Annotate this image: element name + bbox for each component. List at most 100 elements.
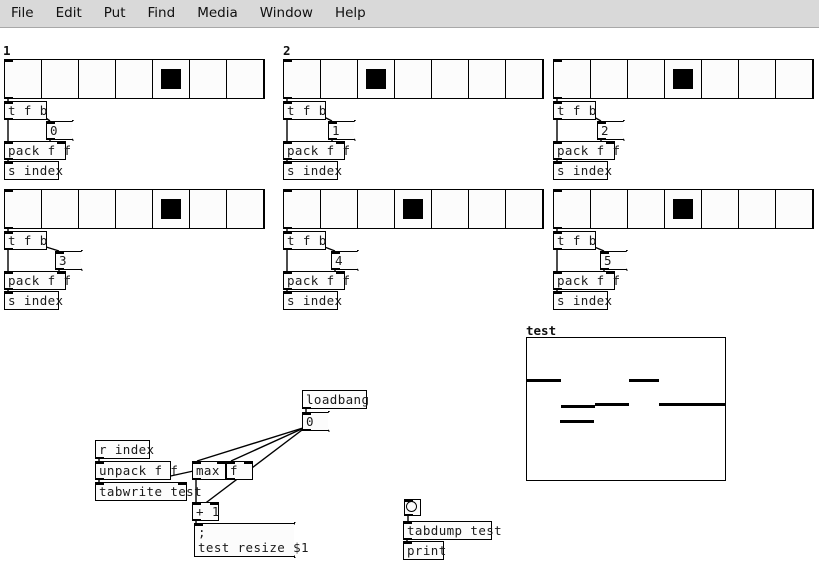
receive-index-object-outlet[interactable] — [96, 456, 104, 459]
radio-group-1-pack-inlet-right[interactable] — [57, 141, 65, 144]
wire-31[interactable] — [196, 426, 307, 462]
radio-group-1-message-outlet[interactable] — [47, 137, 55, 140]
radio-group-2-trigger-inlet[interactable] — [284, 101, 292, 104]
radio-radio-group-1[interactable] — [4, 59, 265, 99]
tabwrite-object-inlet[interactable] — [96, 482, 104, 485]
radio-cell-4[interactable] — [153, 60, 190, 98]
menu-item-put[interactable]: Put — [93, 0, 137, 27]
radio-cell-3[interactable] — [665, 60, 702, 98]
radio-cell-5[interactable] — [190, 190, 227, 228]
radio-group-5-pack[interactable]: pack f f — [283, 271, 350, 290]
radio-group-2-send-inlet[interactable] — [284, 161, 292, 164]
loadbang-object[interactable]: loadbang — [302, 390, 369, 409]
tabdump-object-inlet[interactable] — [404, 521, 412, 524]
radio-cell-2[interactable] — [628, 190, 665, 228]
radio-outlet[interactable] — [554, 96, 562, 99]
radio-group-3-message[interactable]: 2 — [597, 120, 632, 141]
radio-group-4-pack[interactable]: pack f f — [4, 271, 71, 290]
zero-message[interactable]: 0 — [302, 411, 337, 432]
radio-cell-0[interactable] — [284, 60, 321, 98]
max-object-inlet-right[interactable] — [217, 461, 225, 464]
radio-group-4-message[interactable]: 3 — [55, 250, 90, 271]
radio-group-1-message-inlet[interactable] — [47, 121, 55, 124]
increment-object-inlet[interactable] — [193, 502, 201, 505]
print-object-inlet[interactable] — [404, 541, 412, 544]
radio-cell-6[interactable] — [776, 60, 813, 98]
radio-group-1-trigger-inlet[interactable] — [5, 101, 13, 104]
radio-group-5-trigger-inlet[interactable] — [284, 231, 292, 234]
radio-group-3-trigger-inlet[interactable] — [554, 101, 562, 104]
bang-object[interactable] — [404, 499, 421, 516]
radio-radio-group-3[interactable] — [553, 59, 814, 99]
radio-group-5-message-inlet[interactable] — [332, 251, 340, 254]
bang-inlet[interactable] — [405, 499, 413, 502]
radio-group-6-pack-outlet[interactable] — [554, 287, 562, 290]
radio-cell-3[interactable] — [116, 60, 153, 98]
receive-index-object[interactable]: r index — [95, 440, 154, 459]
radio-group-2-send[interactable]: s index — [283, 161, 342, 180]
radio-group-5-message[interactable]: 4 — [331, 250, 366, 271]
radio-group-2-message-inlet[interactable] — [329, 121, 337, 124]
radio-outlet[interactable] — [554, 226, 562, 229]
radio-group-3-pack-inlet[interactable] — [554, 141, 562, 144]
radio-cell-1[interactable] — [591, 190, 628, 228]
radio-cell-1[interactable] — [42, 60, 79, 98]
radio-group-5-send[interactable]: s index — [283, 291, 342, 310]
radio-cell-0[interactable] — [5, 190, 42, 228]
radio-group-6-send[interactable]: s index — [553, 291, 612, 310]
radio-inlet[interactable] — [554, 189, 562, 192]
radio-group-6-trigger[interactable]: t f b — [553, 231, 596, 250]
max-object-inlet[interactable] — [193, 461, 201, 464]
tabwrite-object-inlet-right[interactable] — [178, 482, 186, 485]
radio-group-1-pack-outlet[interactable] — [5, 157, 13, 160]
radio-cell-1[interactable] — [591, 60, 628, 98]
radio-inlet[interactable] — [5, 59, 13, 62]
radio-group-2-message-outlet[interactable] — [329, 137, 337, 140]
tabwrite-object[interactable]: tabwrite test — [95, 482, 202, 501]
float-object[interactable]: f — [226, 461, 253, 480]
radio-group-4-trigger-inlet[interactable] — [5, 231, 13, 234]
print-object[interactable]: print — [403, 541, 446, 560]
menu-item-help[interactable]: Help — [324, 0, 377, 27]
max-object[interactable]: max — [192, 461, 226, 480]
menu-item-media[interactable]: Media — [186, 0, 249, 27]
radio-group-3-pack[interactable]: pack f f — [553, 141, 620, 160]
radio-group-2-pack[interactable]: pack f f — [283, 141, 350, 160]
radio-radio-group-6[interactable] — [553, 189, 814, 229]
radio-group-3-pack-inlet-right[interactable] — [606, 141, 614, 144]
radio-group-1-trigger[interactable]: t f b — [4, 101, 47, 120]
radio-radio-group-2[interactable] — [283, 59, 544, 99]
radio-group-2-pack-inlet-right[interactable] — [336, 141, 344, 144]
radio-cell-1[interactable] — [42, 190, 79, 228]
radio-cell-0[interactable] — [554, 60, 591, 98]
radio-inlet[interactable] — [284, 189, 292, 192]
menu-item-edit[interactable]: Edit — [45, 0, 93, 27]
radio-group-4-message-inlet[interactable] — [56, 251, 64, 254]
zero-message-inlet[interactable] — [303, 412, 311, 415]
bang-outlet[interactable] — [405, 513, 413, 516]
radio-cell-5[interactable] — [469, 190, 506, 228]
unpack-object-inlet[interactable] — [96, 461, 104, 464]
radio-outlet[interactable] — [284, 226, 292, 229]
radio-cell-6[interactable] — [227, 190, 264, 228]
radio-cell-6[interactable] — [776, 190, 813, 228]
tabdump-object-outlet[interactable] — [404, 537, 412, 540]
radio-cell-1[interactable] — [321, 190, 358, 228]
radio-group-4-message-outlet[interactable] — [56, 267, 64, 270]
radio-group-5-pack-outlet[interactable] — [284, 287, 292, 290]
radio-group-2-pack-outlet[interactable] — [284, 157, 292, 160]
radio-group-3-trigger[interactable]: t f b — [553, 101, 596, 120]
radio-inlet[interactable] — [554, 59, 562, 62]
radio-cell-4[interactable] — [702, 60, 739, 98]
radio-group-3-trigger-outlet[interactable] — [554, 117, 562, 120]
radio-group-6-message[interactable]: 5 — [600, 250, 635, 271]
resize-message-inlet[interactable] — [195, 523, 203, 526]
radio-cell-5[interactable] — [469, 60, 506, 98]
radio-cell-3[interactable] — [395, 190, 432, 228]
radio-group-5-trigger-outlet[interactable] — [284, 247, 292, 250]
radio-cell-4[interactable] — [702, 190, 739, 228]
radio-cell-2[interactable] — [358, 190, 395, 228]
radio-cell-3[interactable] — [665, 190, 702, 228]
radio-cell-2[interactable] — [79, 60, 116, 98]
radio-group-6-message-inlet[interactable] — [601, 251, 609, 254]
